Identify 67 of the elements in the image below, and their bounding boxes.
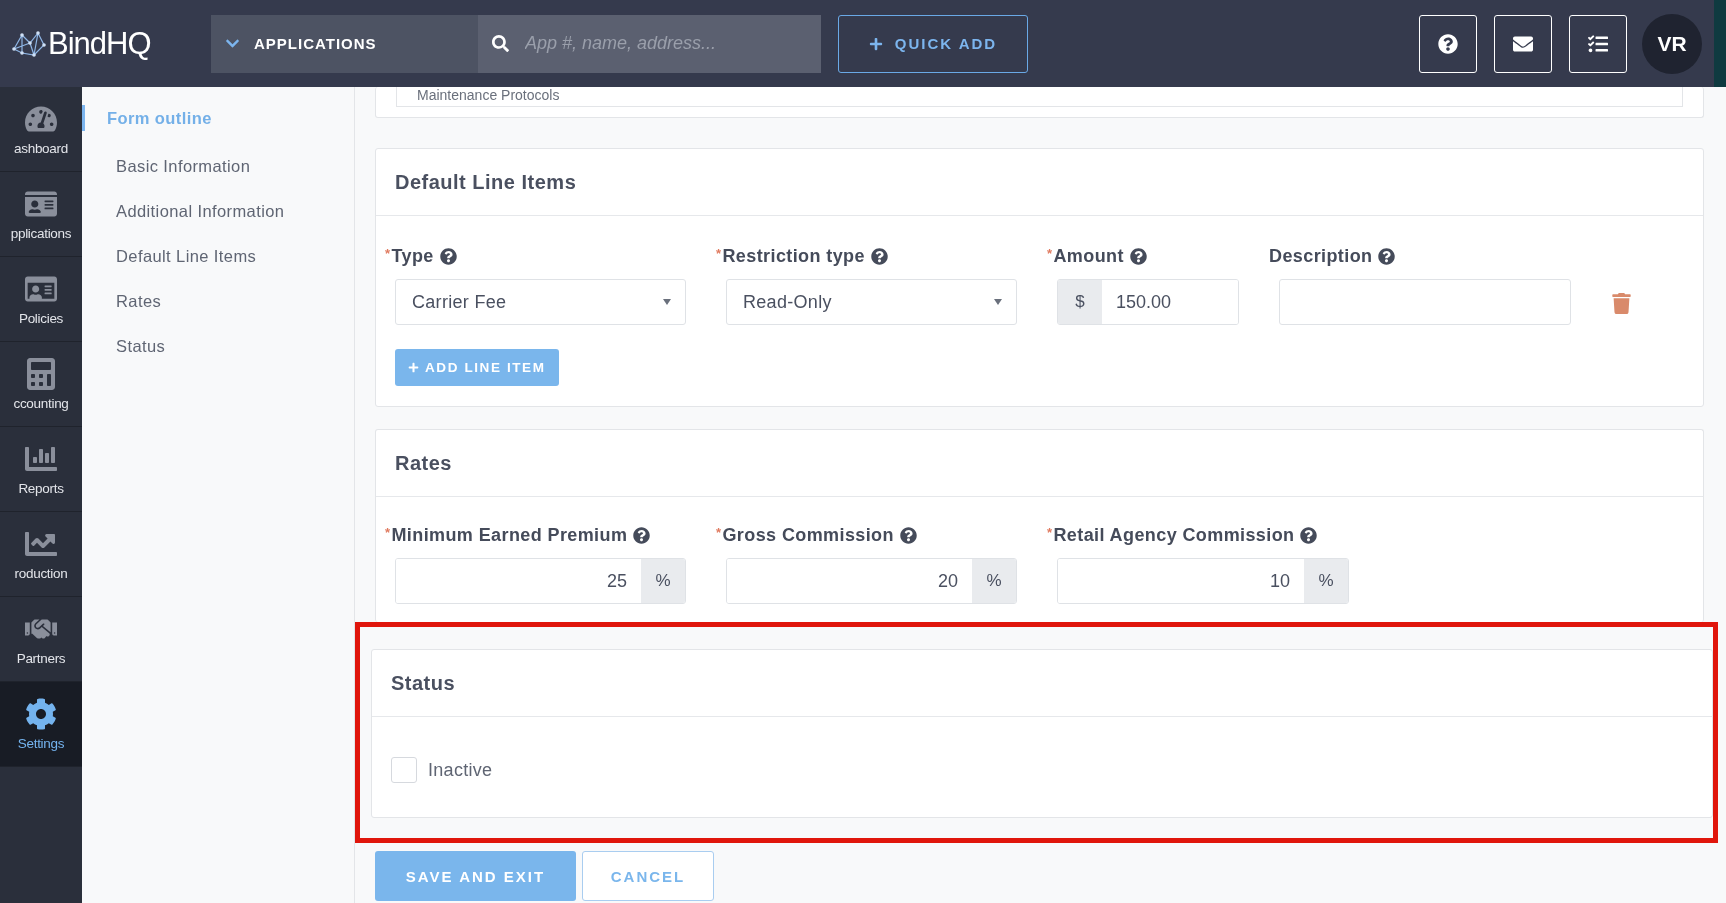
mail-button[interactable] (1494, 14, 1552, 73)
section-title: Status (391, 671, 456, 695)
help-button[interactable] (1419, 14, 1477, 73)
nav-label: roduction (14, 565, 68, 581)
field-label: Description (1269, 246, 1571, 267)
field-label: *Minimum Earned Premium (385, 525, 686, 546)
help-icon[interactable] (1300, 527, 1318, 544)
field-label: *Retail Agency Commission (1047, 525, 1349, 546)
description-field[interactable] (1279, 279, 1571, 325)
help-icon[interactable] (899, 527, 917, 544)
checkbox-label[interactable]: Inactive (428, 759, 493, 781)
required-mark: * (385, 525, 391, 540)
field-label: *Restriction type (716, 246, 1017, 267)
nav-item[interactable]: Settings (0, 682, 82, 767)
field-label: *Type (385, 246, 686, 267)
checkbox[interactable] (391, 757, 417, 783)
outline-link[interactable]: Default Line Items (82, 247, 354, 266)
nav-label: Reports (18, 480, 64, 496)
trash-icon[interactable] (1611, 293, 1632, 314)
task-list-button[interactable] (1569, 14, 1627, 73)
search-icon (492, 35, 509, 52)
nav-label: Partners (16, 650, 66, 666)
required-mark: * (1047, 525, 1053, 540)
help-icon[interactable] (633, 527, 651, 544)
logo-text: BindHQ (48, 25, 151, 62)
calculator-icon (25, 357, 57, 390)
nav-label: Policies (18, 310, 64, 326)
nav-item[interactable]: ashboard (0, 87, 82, 172)
amount-field[interactable]: $ 150.00 (1057, 279, 1239, 325)
help-icon[interactable] (1129, 248, 1147, 265)
field-label: *Gross Commission (716, 525, 1017, 546)
outline-link[interactable]: Status (82, 337, 354, 356)
percent-field[interactable]: 10 % (1057, 558, 1349, 604)
plus-icon (408, 362, 419, 373)
help-icon[interactable] (439, 248, 457, 265)
caret-icon (994, 299, 1002, 305)
outline-link[interactable]: Rates (82, 292, 354, 311)
restriction-select[interactable]: Read-Only (726, 279, 1017, 325)
nav-label: pplications (10, 225, 72, 241)
text-field[interactable]: Maintenance Protocols (396, 87, 1683, 107)
nav-label: ashboard (14, 140, 68, 156)
required-mark: * (716, 525, 722, 540)
type-select[interactable]: Carrier Fee (395, 279, 686, 325)
help-icon[interactable] (1378, 248, 1396, 265)
section-title: Rates (395, 451, 452, 475)
field-label: *Amount (1047, 246, 1239, 267)
logo-icon (12, 28, 46, 59)
quick-add-button[interactable]: QUICK ADD (838, 14, 1028, 73)
section-title: Default Line Items (395, 170, 577, 194)
nav-label: ccounting (13, 395, 69, 411)
required-mark: * (716, 246, 722, 261)
outline-title: Form outline (82, 105, 354, 131)
required-mark: * (1047, 246, 1053, 261)
required-mark: * (385, 246, 391, 261)
user-avatar[interactable]: VR (1642, 13, 1702, 74)
applications-menu-button[interactable]: APPLICATIONS (211, 14, 478, 73)
checklist-icon (1588, 33, 1608, 54)
outline-link[interactable]: Additional Information (82, 202, 354, 221)
help-icon[interactable] (870, 248, 888, 265)
nav-label: Settings (17, 735, 65, 751)
caret-icon (663, 299, 671, 305)
outline-link[interactable]: Basic Information (82, 157, 354, 176)
percent-field[interactable]: 20 % (726, 558, 1017, 604)
help-icon (1438, 33, 1458, 54)
settings-icon (25, 697, 57, 730)
percent-field[interactable]: 25 % (395, 558, 686, 604)
plus-icon (868, 36, 883, 51)
